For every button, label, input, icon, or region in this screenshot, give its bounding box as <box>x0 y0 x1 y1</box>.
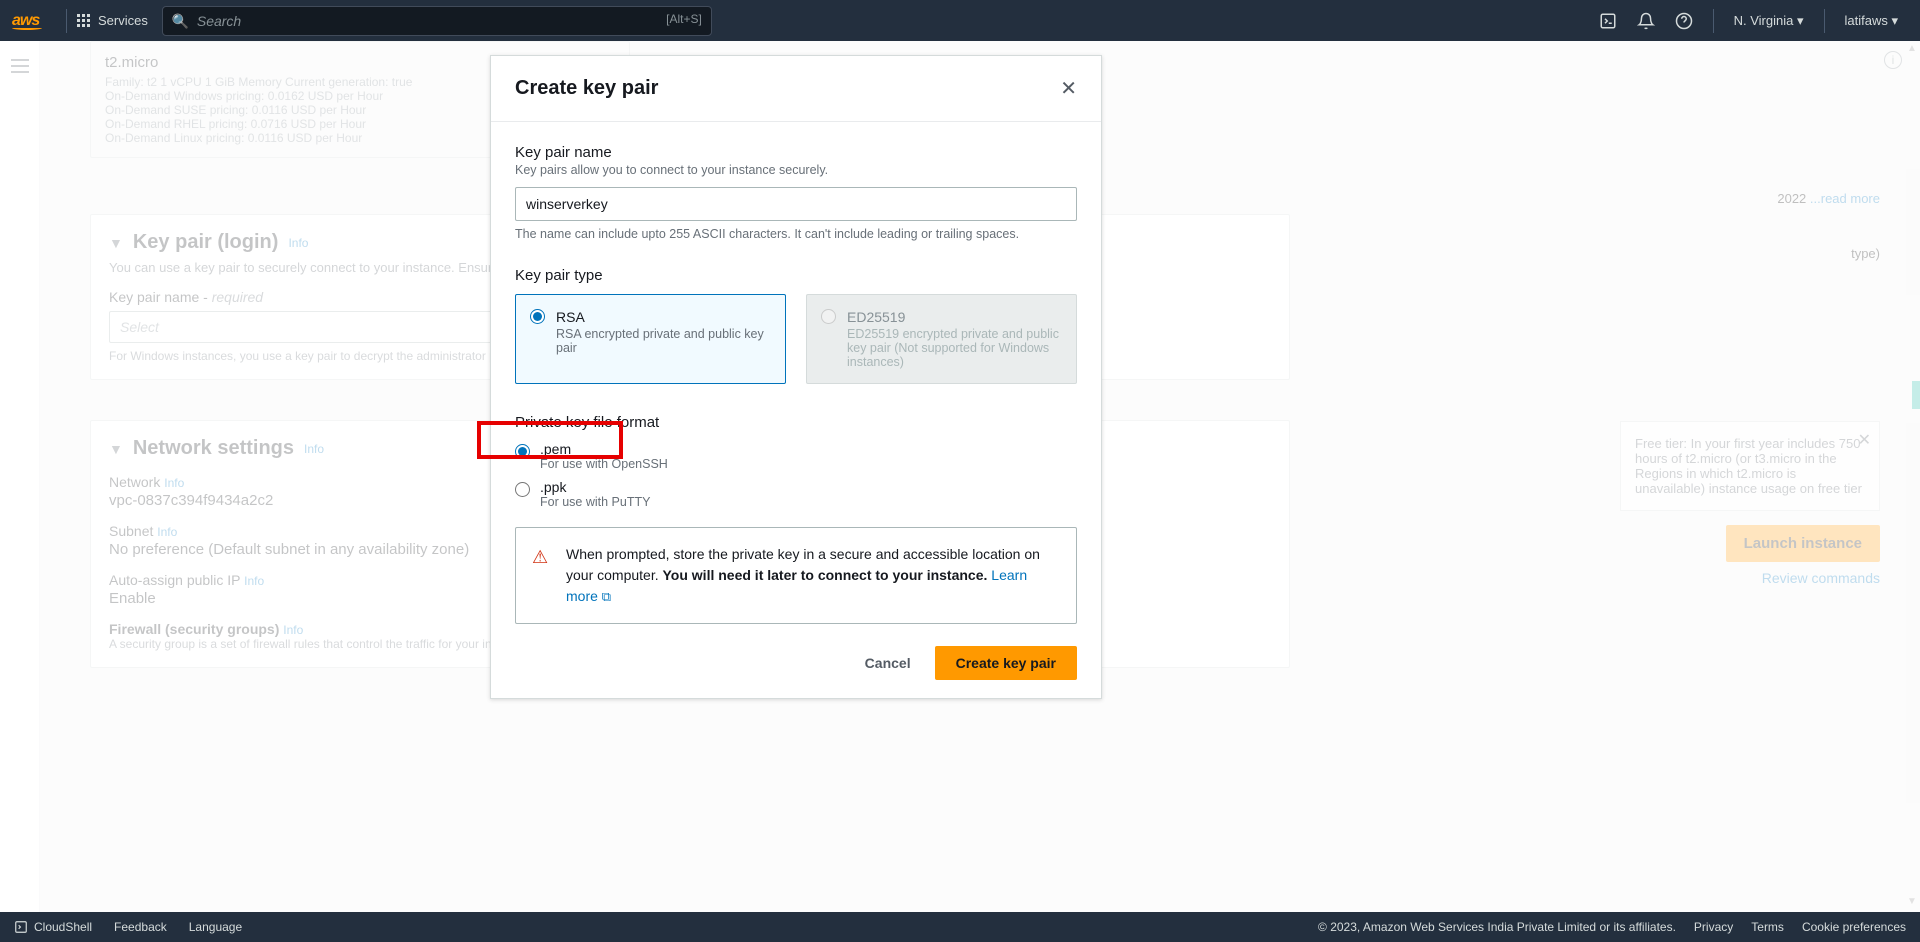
copyright-text: © 2023, Amazon Web Services India Privat… <box>1318 920 1676 934</box>
create-keypair-modal: Create key pair ✕ Key pair name Key pair… <box>490 55 1102 699</box>
keypair-name-sub: Key pairs allow you to connect to your i… <box>515 163 1077 177</box>
ppk-title: .ppk <box>540 479 650 495</box>
ppk-desc: For use with PuTTY <box>540 495 650 509</box>
ed25519-desc: ED25519 encrypted private and public key… <box>847 327 1062 369</box>
modal-title: Create key pair <box>515 77 658 100</box>
cancel-button[interactable]: Cancel <box>855 647 921 679</box>
search-icon: 🔍 <box>172 13 189 30</box>
cloudshell-icon[interactable] <box>1589 12 1627 30</box>
pem-radio[interactable] <box>515 444 530 459</box>
warning-icon: ⚠ <box>532 544 548 571</box>
ed25519-radio <box>821 309 836 324</box>
keypair-type-label: Key pair type <box>515 267 1077 284</box>
account-menu[interactable]: latifaws ▾ <box>1835 13 1909 29</box>
pem-desc: For use with OpenSSH <box>540 457 668 471</box>
rsa-radio[interactable] <box>530 309 545 324</box>
top-nav: aws Services 🔍 [Alt+S] N. Virginia ▾ lat… <box>0 0 1920 41</box>
language-link[interactable]: Language <box>189 920 242 934</box>
notifications-icon[interactable] <box>1627 12 1665 30</box>
cookie-prefs-link[interactable]: Cookie preferences <box>1802 920 1906 934</box>
keypair-type-rsa[interactable]: RSA RSA encrypted private and public key… <box>515 294 786 384</box>
keypair-name-label: Key pair name <box>515 144 1077 161</box>
services-menu[interactable]: Services <box>77 13 148 28</box>
keypair-type-ed25519: ED25519 ED25519 encrypted private and pu… <box>806 294 1077 384</box>
aws-logo[interactable]: aws <box>12 12 42 30</box>
external-link-icon: ⧉ <box>602 589 611 604</box>
cloudshell-link[interactable]: CloudShell <box>14 920 92 934</box>
pem-title: .pem <box>540 441 668 457</box>
key-storage-warning: ⚠ When prompted, store the private key i… <box>515 527 1077 624</box>
modal-close-button[interactable]: ✕ <box>1060 76 1077 101</box>
privacy-link[interactable]: Privacy <box>1694 920 1733 934</box>
keypair-name-help: The name can include upto 255 ASCII char… <box>515 227 1077 241</box>
create-keypair-button[interactable]: Create key pair <box>935 646 1077 680</box>
search-input[interactable] <box>162 6 712 36</box>
rsa-desc: RSA encrypted private and public key pai… <box>556 327 771 355</box>
terms-link[interactable]: Terms <box>1751 920 1784 934</box>
region-selector[interactable]: N. Virginia ▾ <box>1724 13 1814 29</box>
format-ppk-option[interactable]: .ppk For use with PuTTY <box>515 479 1077 509</box>
ed25519-title: ED25519 <box>847 309 1062 325</box>
search-shortcut: [Alt+S] <box>666 12 702 26</box>
ppk-radio[interactable] <box>515 482 530 497</box>
global-search: 🔍 [Alt+S] <box>162 6 712 36</box>
keypair-name-input[interactable] <box>515 187 1077 221</box>
rsa-title: RSA <box>556 309 771 325</box>
services-label: Services <box>98 13 148 28</box>
grid-icon <box>77 14 90 27</box>
feedback-link[interactable]: Feedback <box>114 920 167 934</box>
help-icon[interactable] <box>1665 12 1703 30</box>
key-format-label: Private key file format <box>515 414 1077 431</box>
warn-text2: You will need it later to connect to you… <box>663 567 988 583</box>
format-pem-option[interactable]: .pem For use with OpenSSH <box>515 441 1077 471</box>
bottom-bar: CloudShell Feedback Language © 2023, Ama… <box>0 912 1920 942</box>
aws-logo-text: aws <box>12 12 39 29</box>
